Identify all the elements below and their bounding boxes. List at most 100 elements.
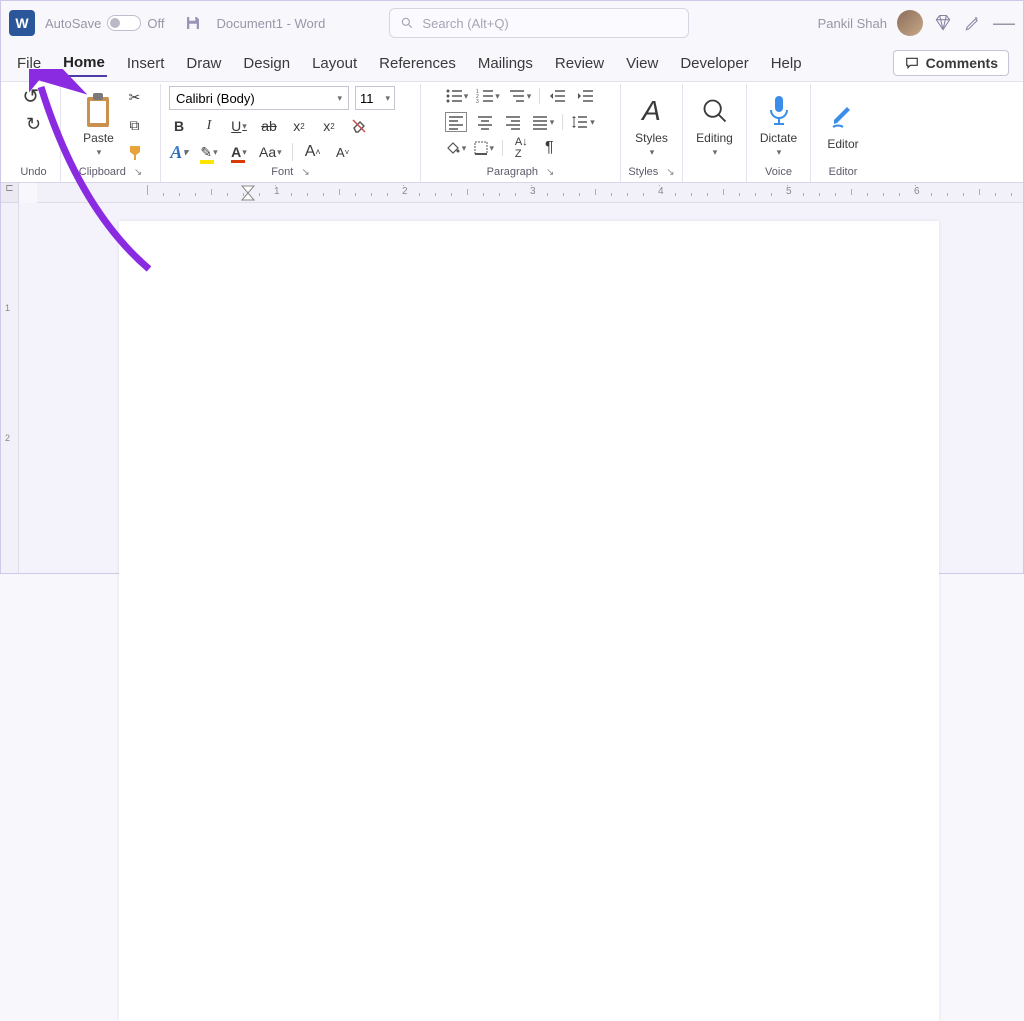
autosave-label: AutoSave [45,16,101,31]
document-area: 1 2 [1,203,1023,573]
undo-button[interactable]: ↺▾ [22,86,44,106]
search-box[interactable]: Search (Alt+Q) [389,8,689,38]
group-label-editor: Editor [829,164,858,180]
eraser-icon [351,118,367,134]
tab-view[interactable]: View [624,51,660,76]
tab-mailings[interactable]: Mailings [476,51,535,76]
font-size-select[interactable]: 11▾ [355,86,395,110]
svg-text:3: 3 [476,99,479,104]
paragraph-launcher-icon[interactable]: ↘ [546,167,554,178]
bullets-button[interactable]: ▾ [445,86,469,106]
clipboard-icon [83,91,115,131]
microphone-icon [766,94,792,128]
italic-button[interactable]: I [199,116,219,136]
decrease-indent-button[interactable] [548,86,568,106]
minimize-button[interactable]: — [993,18,1015,28]
save-icon[interactable] [184,14,202,32]
editing-button[interactable]: Editing▾ [690,89,739,162]
paint-bucket-icon [445,141,461,155]
horizontal-ruler[interactable]: 123456 [37,183,1023,203]
bold-button[interactable]: B [169,116,189,136]
styles-launcher-icon[interactable]: ↘ [666,167,674,178]
increase-indent-button[interactable] [576,86,596,106]
font-name-select[interactable]: Calibri (Body)▾ [169,86,349,110]
underline-button[interactable]: U▾ [229,116,249,136]
drawing-pen-icon[interactable] [963,13,983,33]
search-icon [400,16,414,30]
align-right-button[interactable] [503,112,523,132]
tab-insert[interactable]: Insert [125,51,167,76]
tab-design[interactable]: Design [241,51,292,76]
format-painter-button[interactable] [125,143,145,163]
border-icon [474,141,488,155]
toggle-icon[interactable] [107,15,141,31]
editing-btn-label: Editing [696,131,733,145]
dictate-button[interactable]: Dictate▾ [754,89,803,162]
paste-button[interactable]: Paste ▾ [77,89,121,162]
text-effects-button[interactable]: A▾ [169,142,189,162]
shading-button[interactable]: ▾ [445,138,467,158]
borders-button[interactable]: ▾ [474,138,494,158]
font-launcher-icon[interactable]: ↘ [301,167,309,178]
user-avatar-icon[interactable] [897,10,923,36]
superscript-button[interactable]: x2 [319,116,339,136]
group-label-voice: Voice [765,164,792,180]
clear-formatting-button[interactable] [349,116,369,136]
font-color-button[interactable]: A▾ [229,142,249,162]
styles-button[interactable]: A Styles▾ [629,89,674,162]
ruler-corner: ⊏ [1,183,19,203]
user-name[interactable]: Pankil Shah [818,16,887,31]
editor-button[interactable]: Editor [821,95,864,155]
redo-button[interactable]: ↻ [23,114,43,134]
tab-help[interactable]: Help [769,51,804,76]
paste-label: Paste [83,131,114,145]
clipboard-launcher-icon[interactable]: ↘ [134,167,142,178]
comments-label: Comments [926,55,998,71]
document-title: Document1 - Word [216,16,325,31]
paintbrush-icon [127,144,143,162]
word-logo-icon: W [9,10,35,36]
shrink-font-button[interactable]: A˅ [333,142,353,162]
autosave-toggle[interactable]: AutoSave Off [45,15,164,31]
group-label-paragraph: Paragraph [487,166,538,178]
justify-button[interactable]: ▾ [531,112,555,132]
group-label-clipboard: Clipboard [79,166,126,178]
line-spacing-button[interactable]: ▾ [571,112,595,132]
ribbon: ↺▾ ↻ Undo Paste ▾ ✂ ⧉ Clipboard ↘ Calibri… [1,81,1023,183]
tab-review[interactable]: Review [553,51,606,76]
sort-button[interactable]: A↓Z [511,138,531,158]
tab-developer[interactable]: Developer [678,51,750,76]
strikethrough-button[interactable]: ab [259,116,279,136]
editor-btn-label: Editor [827,137,858,151]
numbering-button[interactable]: 123▾ [476,86,500,106]
change-case-button[interactable]: Aa▾ [259,142,282,162]
editor-pen-icon [828,102,858,132]
titlebar: W AutoSave Off Document1 - Word Search (… [1,1,1023,45]
search-placeholder: Search (Alt+Q) [422,16,508,31]
autosave-state: Off [147,16,164,31]
cut-button[interactable]: ✂ [125,87,145,107]
vertical-ruler[interactable]: 1 2 [1,203,19,573]
ribbon-tabs: File Home Insert Draw Design Layout Refe… [1,45,1023,81]
comments-button[interactable]: Comments [893,50,1009,76]
highlight-button[interactable]: ✎▾ [199,142,219,162]
comment-icon [904,56,920,70]
tab-file[interactable]: File [15,51,43,76]
premium-diamond-icon[interactable] [933,13,953,33]
magnifier-icon [701,97,729,125]
show-paragraph-marks-button[interactable]: ¶ [539,138,559,158]
tab-draw[interactable]: Draw [184,51,223,76]
subscript-button[interactable]: x2 [289,116,309,136]
align-center-button[interactable] [475,112,495,132]
grow-font-button[interactable]: A˄ [303,142,323,162]
tab-references[interactable]: References [377,51,458,76]
group-label-font: Font [271,166,293,178]
document-page[interactable] [119,221,939,1021]
tab-layout[interactable]: Layout [310,51,359,76]
tab-home[interactable]: Home [61,50,107,77]
align-left-button[interactable] [445,112,467,132]
copy-button[interactable]: ⧉ [125,115,145,135]
multilevel-list-button[interactable]: ▾ [508,86,532,106]
styles-btn-label: Styles [635,131,668,145]
group-label-undo: Undo [20,164,46,180]
